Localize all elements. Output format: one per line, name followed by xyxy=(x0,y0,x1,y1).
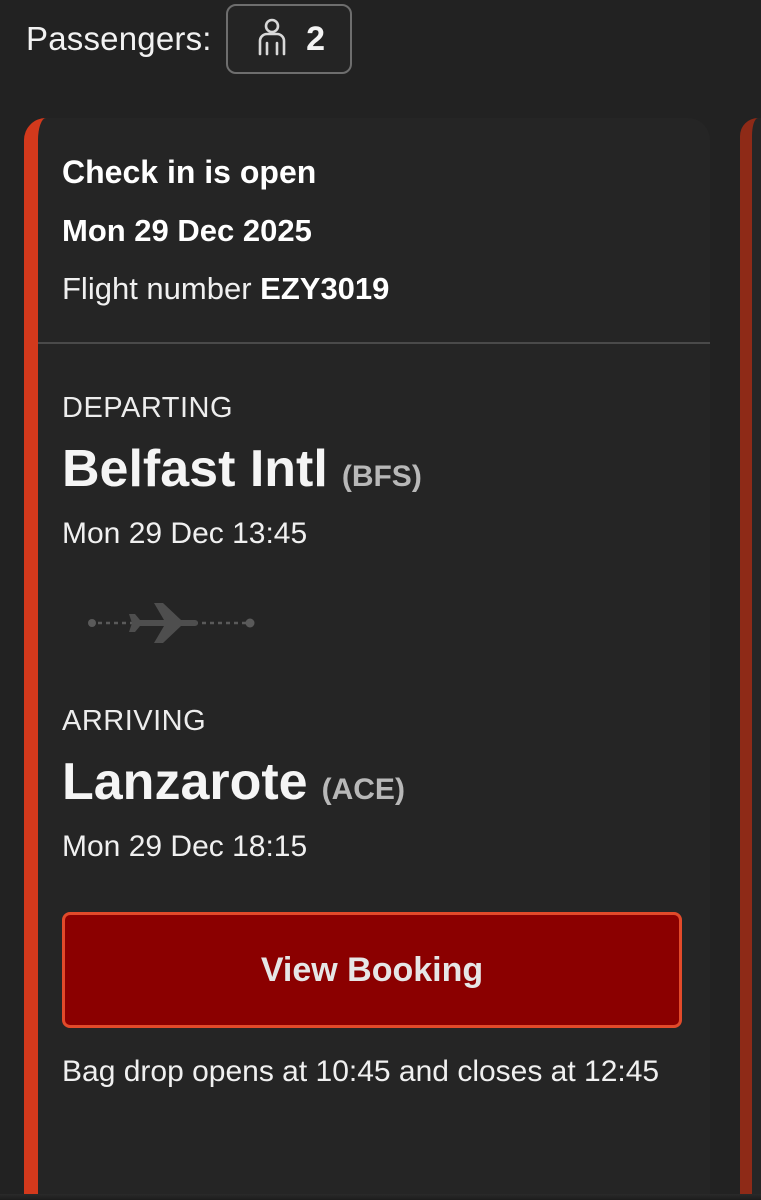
departing-label: DEPARTING xyxy=(62,392,234,424)
checkin-status: Check in is open xyxy=(62,154,317,190)
arrival-airport: Lanzarote xyxy=(62,753,308,811)
next-flight-card-peek[interactable] xyxy=(740,118,761,1200)
flight-card: Check in is open Mon 29 Dec 2025 Flight … xyxy=(24,118,710,1200)
card-divider xyxy=(38,342,710,344)
departure-time: Mon 29 Dec 13:45 xyxy=(62,517,308,550)
bag-drop-info: Bag drop opens at 10:45 and closes at 12… xyxy=(62,1055,660,1088)
departure-airport-line: Belfast Intl (BFS) xyxy=(62,439,710,499)
route-graphic xyxy=(86,603,256,643)
flight-date: Mon 29 Dec 2025 xyxy=(62,213,312,248)
flight-summary: Check in is open Mon 29 Dec 2025 Flight … xyxy=(38,118,710,342)
flight-number-label: Flight number xyxy=(62,271,252,306)
arrival-airport-line: Lanzarote (ACE) xyxy=(62,752,710,812)
plane-icon xyxy=(88,603,255,643)
arriving-label: ARRIVING xyxy=(62,705,207,737)
passengers-label: Passengers: xyxy=(26,20,212,57)
arriving-section: ARRIVING Lanzarote (ACE) Mon 29 Dec 18:1… xyxy=(38,705,710,864)
flight-number-row: Flight number EZY3019 xyxy=(62,271,710,307)
arrival-time: Mon 29 Dec 18:15 xyxy=(62,830,308,863)
departure-airport-code: (BFS) xyxy=(341,460,422,493)
view-booking-button[interactable]: View Booking xyxy=(62,912,682,1028)
passengers-row: Passengers: 2 xyxy=(26,4,352,74)
flight-number: EZY3019 xyxy=(260,271,390,306)
departure-airport: Belfast Intl xyxy=(62,440,328,498)
flight-page: Passengers: 2 Check in is open Mon 29 De… xyxy=(0,0,761,1200)
passenger-count: 2 xyxy=(306,19,326,58)
passengers-selector[interactable]: 2 xyxy=(225,4,352,74)
departing-section: DEPARTING Belfast Intl (BFS) Mon 29 Dec … xyxy=(38,392,710,551)
bottom-edge xyxy=(0,1194,761,1200)
passenger-icon xyxy=(252,17,292,62)
arrival-airport-code: (ACE) xyxy=(321,773,405,806)
